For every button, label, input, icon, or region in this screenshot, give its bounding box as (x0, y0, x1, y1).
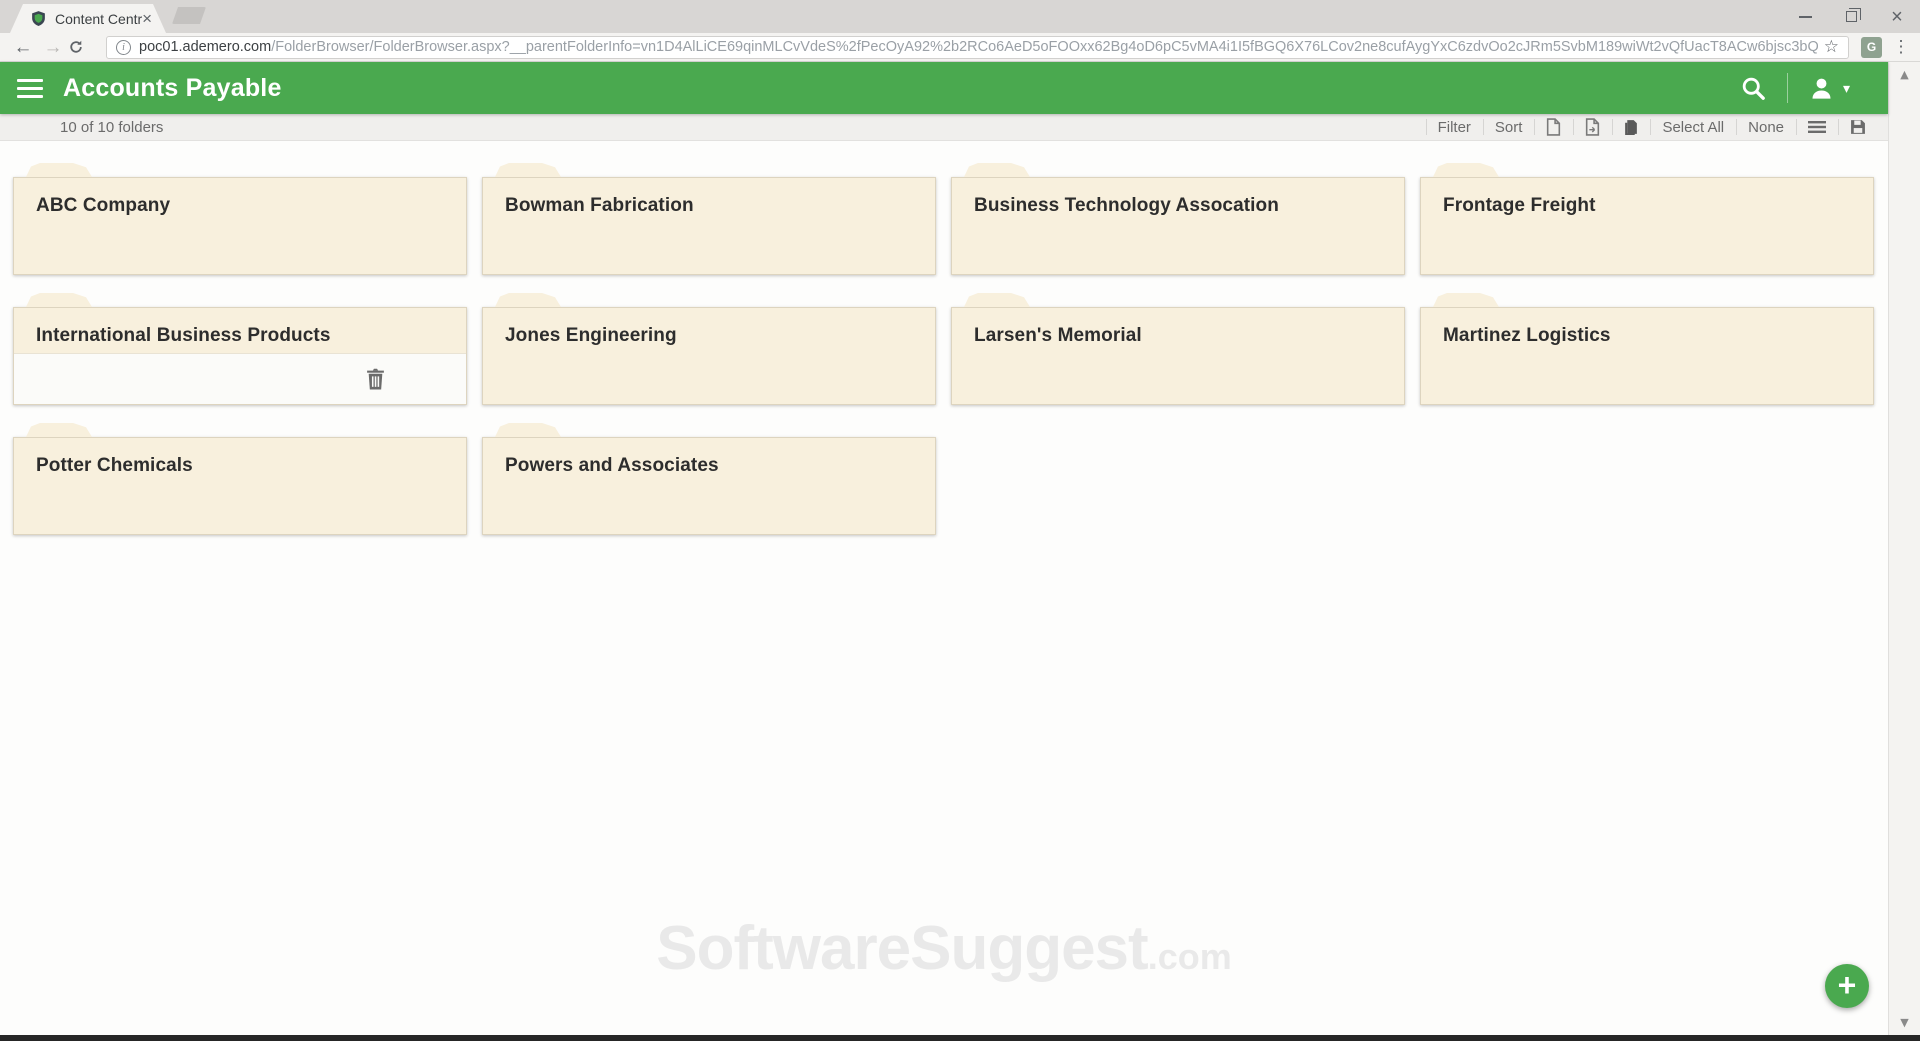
folder-tab-shape (26, 423, 92, 437)
address-input[interactable]: i poc01.ademero.com/FolderBrowser/Folder… (106, 35, 1849, 59)
app-header: Accounts Payable ▾ (0, 62, 1888, 114)
menu-hamburger-icon[interactable] (17, 78, 43, 98)
back-button[interactable]: ← (8, 38, 38, 57)
chevron-down-icon: ▾ (1842, 79, 1850, 96)
folder-card[interactable]: ABC Company (13, 163, 467, 275)
browser-tab[interactable]: Content Central × (10, 4, 166, 33)
scroll-up-icon[interactable]: ▲ (1900, 68, 1908, 81)
folder-title: Potter Chemicals (36, 455, 193, 476)
list-view-icon (1808, 121, 1826, 133)
browser-extension-icon[interactable]: G (1861, 36, 1882, 58)
watermark-text: SoftwareSuggest (656, 914, 1148, 983)
folder-actions (14, 354, 466, 404)
detail-view-button[interactable] (1838, 114, 1882, 140)
copy-document-button[interactable] (1534, 114, 1573, 140)
folder-card[interactable]: Jones Engineering (482, 293, 936, 405)
page-title: Accounts Payable (63, 73, 282, 102)
delete-icon[interactable] (366, 368, 385, 390)
content-central-logo-icon (30, 10, 47, 27)
folder-count: 10 of 10 folders (60, 118, 164, 136)
minimize-icon (1798, 15, 1812, 18)
page-scrollbar[interactable]: ▲ ▼ (1888, 62, 1920, 1035)
url-path: /FolderBrowser/FolderBrowser.aspx?__pare… (271, 39, 1818, 55)
watermark: SoftwareSuggest.com (0, 913, 1888, 984)
search-button[interactable] (1720, 62, 1787, 114)
plus-icon: + (1837, 966, 1857, 1003)
folder-title: Martinez Logistics (1443, 325, 1611, 346)
select-all-button[interactable]: Select All (1650, 114, 1736, 140)
reload-button[interactable] (68, 39, 98, 55)
folder-title: Jones Engineering (505, 325, 677, 346)
window-close-button[interactable]: × (1874, 0, 1920, 33)
folder-card[interactable]: Bowman Fabrication (482, 163, 936, 275)
folder-tab-shape (964, 163, 1030, 177)
folder-browser-content: ABC Company Bowman Fabrication Business … (0, 141, 1888, 1036)
new-tab-button[interactable] (172, 7, 206, 24)
screen-bottom-edge (0, 1035, 1920, 1041)
window-restore-button[interactable] (1828, 0, 1874, 33)
user-menu-button[interactable]: ▾ (1788, 62, 1870, 114)
folder-tab-shape (1433, 293, 1499, 307)
folder-card[interactable]: Frontage Freight (1420, 163, 1874, 275)
document-filled-icon (1625, 120, 1638, 135)
folder-tab-shape (26, 293, 92, 307)
select-none-button[interactable]: None (1736, 114, 1796, 140)
folder-tab-shape (1433, 163, 1499, 177)
folder-tab-shape (495, 423, 561, 437)
folder-title: Business Technology Assocation (974, 195, 1279, 216)
folder-tab-shape (964, 293, 1030, 307)
browser-menu-icon[interactable]: ⋮ (1890, 37, 1912, 57)
bookmark-star-icon[interactable]: ☆ (1824, 37, 1839, 57)
forward-button[interactable]: → (38, 38, 68, 57)
move-document-button[interactable] (1573, 114, 1612, 140)
folder-tab-shape (495, 293, 561, 307)
folder-title: ABC Company (36, 195, 171, 216)
close-icon: × (1891, 5, 1903, 28)
detail-view-icon (1851, 120, 1865, 134)
folder-card[interactable]: Martinez Logistics (1420, 293, 1874, 405)
list-view-button[interactable] (1796, 114, 1838, 140)
folder-card[interactable]: Powers and Associates (482, 423, 936, 535)
watermark-suffix: .com (1147, 936, 1232, 977)
sort-button[interactable]: Sort (1482, 114, 1535, 140)
browser-url-bar: ← → i poc01.ademero.com/FolderBrowser/Fo… (0, 33, 1920, 62)
folder-title: Bowman Fabrication (505, 195, 694, 216)
url-domain: poc01.ademero.com (139, 39, 272, 55)
folder-title: International Business Products (36, 325, 331, 346)
tab-close-icon[interactable]: × (142, 10, 152, 27)
document-icon (1547, 118, 1561, 136)
browser-tab-strip: Content Central × × (0, 0, 1920, 33)
add-folder-button[interactable]: + (1825, 964, 1869, 1008)
reload-icon (70, 40, 82, 53)
tab-title: Content Central (55, 10, 143, 27)
folder-title: Powers and Associates (505, 455, 719, 476)
folder-card[interactable]: Business Technology Assocation (951, 163, 1405, 275)
folder-card[interactable]: Potter Chemicals (13, 423, 467, 535)
window-minimize-button[interactable] (1782, 0, 1828, 33)
url-text: poc01.ademero.com/FolderBrowser/FolderBr… (139, 39, 1818, 55)
scroll-down-icon[interactable]: ▼ (1900, 1016, 1908, 1029)
search-icon (1742, 77, 1765, 100)
restore-icon (1845, 7, 1861, 22)
document-arrow-icon (1586, 118, 1600, 136)
user-icon (1812, 78, 1831, 99)
folder-tab-shape (495, 163, 561, 177)
folder-grid: ABC Company Bowman Fabrication Business … (0, 141, 1888, 535)
folder-title: Larsen's Memorial (974, 325, 1142, 346)
filter-button[interactable]: Filter (1425, 114, 1483, 140)
folder-card[interactable]: Larsen's Memorial (951, 293, 1405, 405)
folder-tab-shape (26, 163, 92, 177)
toolbar: 10 of 10 folders Filter Sort Select All … (0, 114, 1888, 141)
folder-title: Frontage Freight (1443, 195, 1596, 216)
page-info-icon[interactable]: i (116, 39, 131, 55)
folder-card[interactable]: International Business Products (13, 293, 467, 405)
paste-document-button[interactable] (1612, 114, 1650, 140)
